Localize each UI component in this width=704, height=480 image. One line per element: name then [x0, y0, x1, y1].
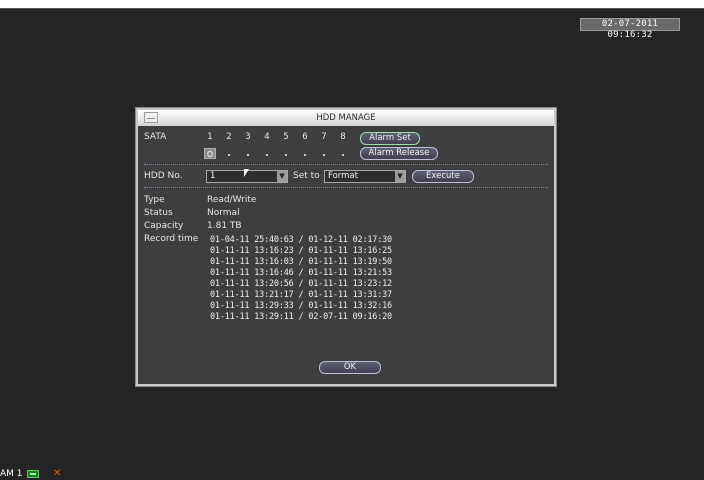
dialog-titlebar: HDD MANAGE	[138, 110, 554, 126]
hdd-no-label: HDD No.	[144, 171, 183, 181]
osd-datetime: 02-07-2011 09:16:32	[580, 18, 680, 40]
sata-slot-2: 2	[226, 132, 232, 142]
execute-button[interactable]: Execute	[412, 170, 474, 183]
sata-slot-3: 3	[245, 132, 251, 142]
record-time-entry: 01-11-11 13:29:11 / 02-07-11 09:16:20	[210, 312, 392, 322]
dialog-menu-icon[interactable]	[144, 112, 158, 123]
record-time-entry: 01-11-11 13:16:23 / 01-11-11 13:16:25	[210, 246, 392, 256]
record-time-entry: 01-11-11 13:21:17 / 01-11-11 13:31:37	[210, 290, 392, 300]
hdd-no-value: 1	[210, 171, 216, 181]
record-time-entry: 01-11-11 13:20:56 / 01-11-11 13:23:12	[210, 279, 392, 289]
sata-slot-5-status[interactable]	[285, 154, 287, 156]
separator-2	[144, 187, 548, 188]
sata-label: SATA	[144, 132, 167, 142]
record-icon	[27, 470, 39, 478]
status-value: Normal	[207, 208, 240, 218]
status-label: Status	[144, 208, 173, 218]
set-to-label: Set to	[293, 171, 320, 181]
alarm-set-button[interactable]: Alarm Set	[360, 132, 420, 145]
sata-slot-7-status[interactable]	[323, 154, 325, 156]
sata-slot-2-status[interactable]	[228, 154, 230, 156]
sata-slot-1-status[interactable]: O	[204, 148, 216, 159]
record-time-entry: 01-11-11 13:16:46 / 01-11-11 13:21:53	[210, 268, 392, 278]
top-white-bar	[0, 0, 704, 8]
mouse-cursor-icon	[244, 169, 249, 177]
record-time-entry: 01-11-11 13:16:03 / 01-11-11 13:19:50	[210, 257, 392, 267]
dialog-content: SATA 1 2 3 4 5 6 7 8 O Alarm Set Alarm R…	[138, 126, 554, 384]
set-to-select[interactable]: Format ▼	[324, 170, 406, 183]
record-time-entry: 01-11-11 13:29:33 / 01-11-11 13:32:16	[210, 301, 392, 311]
separator-1	[144, 164, 548, 165]
type-label: Type	[144, 195, 165, 205]
record-time-entry: 01-04-11 25:40:63 / 01-12-11 02:17:30	[210, 235, 392, 245]
channel-status-bar: AM 1 ✕	[0, 468, 120, 480]
record-time-label: Record time	[144, 234, 199, 244]
chevron-down-icon[interactable]: ▼	[277, 171, 287, 182]
sata-slot-1: 1	[207, 132, 213, 142]
sata-slot-4: 4	[264, 132, 270, 142]
capacity-label: Capacity	[144, 221, 184, 231]
top-bar-shadow	[0, 8, 704, 9]
chevron-down-icon[interactable]: ▼	[395, 171, 405, 182]
sata-slot-6-status[interactable]	[304, 154, 306, 156]
set-to-value: Format	[328, 171, 358, 181]
sata-slot-7: 7	[321, 132, 327, 142]
capacity-value: 1.81 TB	[207, 221, 242, 231]
dialog-title: HDD MANAGE	[316, 113, 376, 123]
sata-slot-8-status[interactable]	[342, 154, 344, 156]
type-value: Read/Write	[207, 195, 257, 205]
sata-slot-5: 5	[283, 132, 289, 142]
sata-slot-8: 8	[340, 132, 346, 142]
sata-slot-6: 6	[302, 132, 308, 142]
alarm-icon: ✕	[53, 468, 62, 479]
hdd-manage-dialog: HDD MANAGE SATA 1 2 3 4 5 6 7 8 O Alarm …	[136, 108, 556, 386]
sata-slot-4-status[interactable]	[266, 154, 268, 156]
channel-label: AM 1	[0, 469, 23, 479]
sata-slot-3-status[interactable]	[247, 154, 249, 156]
alarm-release-button[interactable]: Alarm Release	[360, 147, 438, 160]
ok-button[interactable]: OK	[319, 361, 381, 374]
